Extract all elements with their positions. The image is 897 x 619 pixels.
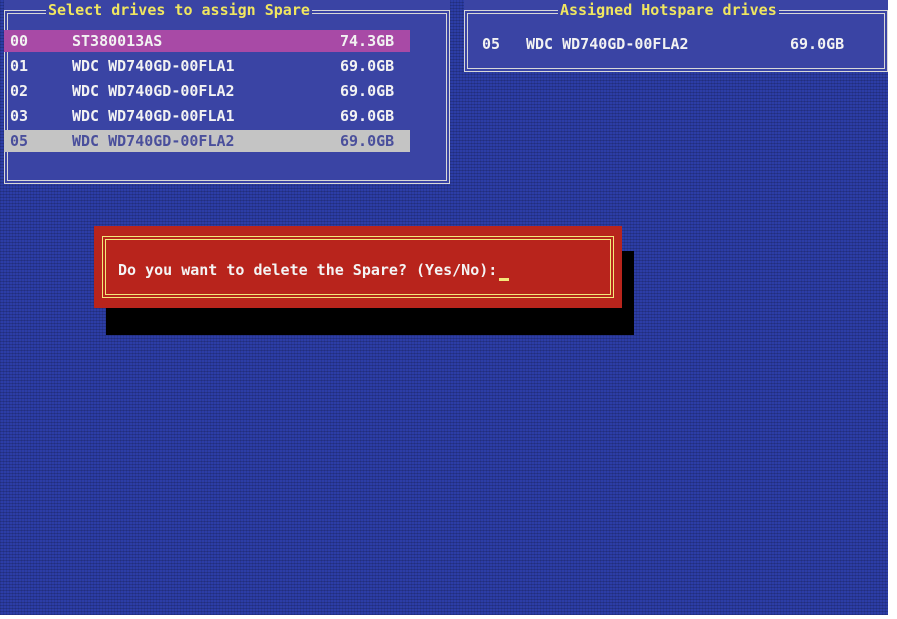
drive-port: 02 <box>10 82 29 100</box>
assigned-hotspare-panel-title: Assigned Hotspare drives <box>558 1 779 19</box>
drive-size: 69.0GB <box>340 132 395 150</box>
drive-model: WDC WD740GD-00FLA1 <box>72 57 235 75</box>
delete-spare-prompt: Do you want to delete the Spare? (Yes/No… <box>118 259 510 281</box>
bios-raid-screen: Select drives to assign Spare 00 ST38001… <box>0 0 888 615</box>
drive-row-01[interactable]: 01 WDC WD740GD-00FLA1 69.0GB <box>4 55 410 77</box>
drive-port: 01 <box>10 57 29 75</box>
drive-port: 05 <box>482 35 501 53</box>
drive-model: WDC WD740GD-00FLA2 <box>72 82 235 100</box>
drive-model: WDC WD740GD-00FLA2 <box>526 35 689 53</box>
drive-model: ST380013AS <box>72 32 163 50</box>
drive-model: WDC WD740GD-00FLA2 <box>72 132 235 150</box>
drive-port: 03 <box>10 107 29 125</box>
select-drives-panel: Select drives to assign Spare 00 ST38001… <box>4 0 450 184</box>
drive-size: 69.0GB <box>340 107 395 125</box>
drive-size: 69.0GB <box>340 57 395 75</box>
prompt-text: Do you want to delete the Spare? (Yes/No… <box>118 261 498 279</box>
drive-size: 74.3GB <box>340 32 395 50</box>
drive-row-05[interactable]: 05 WDC WD740GD-00FLA2 69.0GB <box>4 130 410 152</box>
drive-row-03[interactable]: 03 WDC WD740GD-00FLA1 69.0GB <box>4 105 410 127</box>
delete-spare-dialog: Do you want to delete the Spare? (Yes/No… <box>94 226 622 308</box>
drive-port: 05 <box>10 132 29 150</box>
drive-size: 69.0GB <box>340 82 395 100</box>
drive-row-02[interactable]: 02 WDC WD740GD-00FLA2 69.0GB <box>4 80 410 102</box>
select-drives-panel-title: Select drives to assign Spare <box>46 1 312 19</box>
drive-size: 69.0GB <box>790 35 845 53</box>
hotspare-row-05[interactable]: 05 WDC WD740GD-00FLA2 69.0GB <box>464 33 888 55</box>
drive-row-00[interactable]: 00 ST380013AS 74.3GB <box>4 30 410 52</box>
drive-port: 00 <box>10 32 29 50</box>
assigned-hotspare-panel: Assigned Hotspare drives 05 WDC WD740GD-… <box>464 0 888 72</box>
drive-model: WDC WD740GD-00FLA1 <box>72 107 235 125</box>
text-cursor <box>499 278 510 281</box>
